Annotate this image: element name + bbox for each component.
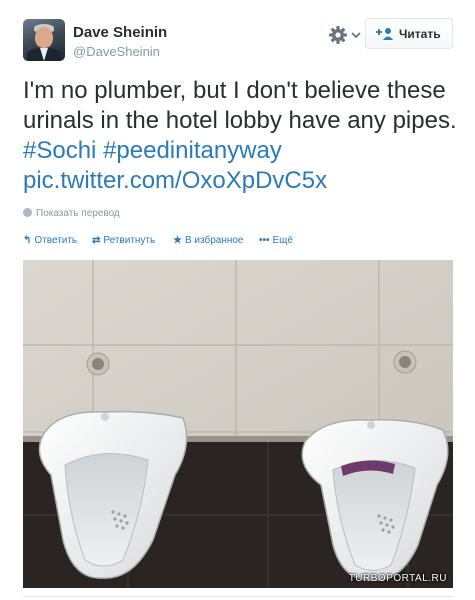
favorite-label: В избранное	[184, 235, 244, 246]
more-action[interactable]: ••• Ещё	[259, 235, 293, 246]
hashtag-peedinitanyway[interactable]: #peedinitanyway	[103, 137, 282, 164]
retweet-action[interactable]: ⇄ Ретвитнуть	[92, 235, 155, 246]
hashtag-sochi[interactable]: #Sochi	[23, 137, 96, 164]
tweet-text: I'm no plumber, but I don't believe thes…	[23, 76, 463, 196]
more-icon: •••	[259, 235, 270, 246]
add-user-icon	[376, 28, 393, 40]
reply-label: Ответить	[34, 235, 78, 246]
tweet-card: Dave Sheinin @DaveSheinin Читать I'm no …	[0, 0, 475, 600]
globe-icon	[23, 208, 32, 217]
star-icon: ★	[173, 235, 182, 246]
photo-watermark: TURBOPORTAL.RU	[348, 573, 447, 584]
urinals-photo	[23, 260, 453, 588]
user-actions-dropdown[interactable]	[329, 25, 363, 45]
user-handle[interactable]: @DaveSheinin	[73, 44, 160, 59]
more-label: Ещё	[272, 235, 293, 246]
chevron-down-icon	[351, 32, 361, 39]
divider	[23, 596, 453, 597]
reply-action[interactable]: ↰ Ответить	[23, 235, 77, 246]
reply-icon: ↰	[23, 235, 32, 246]
retweet-icon: ⇄	[92, 235, 101, 246]
follow-button[interactable]: Читать	[365, 18, 453, 49]
favorite-action[interactable]: ★ В избранное	[173, 235, 244, 246]
display-name[interactable]: Dave Sheinin	[73, 24, 167, 41]
tweet-text-body: I'm no plumber, but I don't believe thes…	[23, 77, 457, 134]
avatar[interactable]	[23, 19, 65, 61]
translate-label: Показать перевод	[36, 208, 120, 219]
follow-button-label: Читать	[399, 27, 441, 41]
photo-link[interactable]: pic.twitter.com/OxoXpDvC5x	[23, 167, 327, 194]
gear-icon	[329, 26, 361, 44]
avatar-face	[35, 27, 53, 48]
tweet-photo[interactable]: TURBOPORTAL.RU	[23, 260, 453, 588]
translate-link[interactable]: Показать перевод	[23, 208, 120, 219]
retweet-label: Ретвитнуть	[103, 235, 156, 246]
